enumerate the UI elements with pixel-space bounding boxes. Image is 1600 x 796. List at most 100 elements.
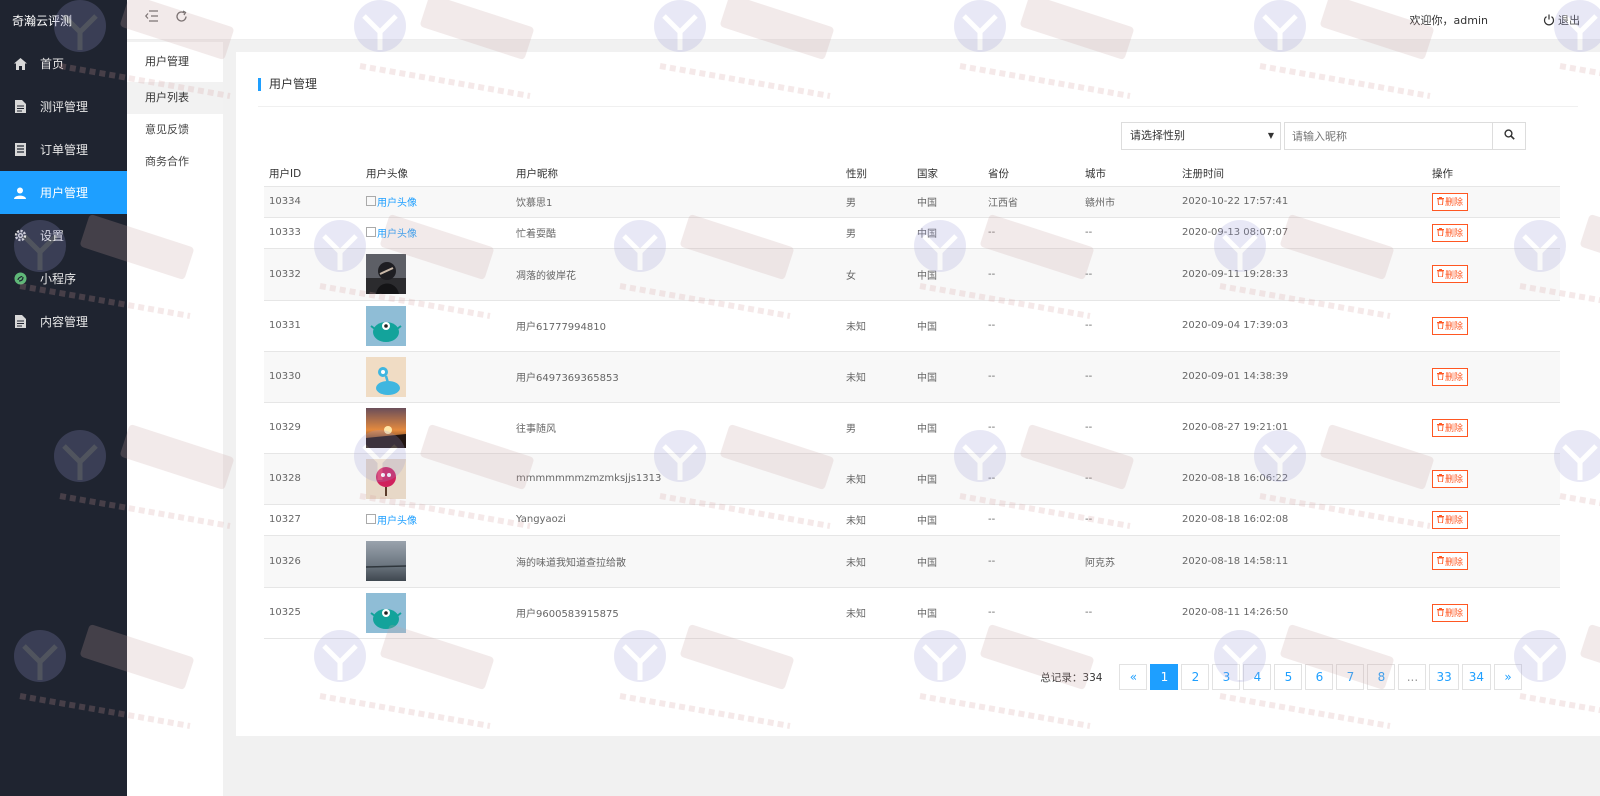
sidebar-item-label: 设置: [40, 229, 65, 243]
avatar-broken-image: 用户头像: [366, 512, 417, 527]
page-5-button[interactable]: 5: [1274, 664, 1303, 690]
avatar: [366, 356, 511, 397]
cell-country: 中国: [912, 587, 983, 639]
page-4-button[interactable]: 4: [1243, 664, 1272, 690]
nickname-search-input[interactable]: [1284, 122, 1493, 150]
page-3-button[interactable]: 3: [1212, 664, 1241, 690]
user-icon: [12, 187, 28, 199]
avatar: [366, 407, 511, 448]
sidebar-item-users[interactable]: 用户管理: [0, 171, 127, 214]
cell-gender: 未知: [841, 535, 912, 588]
cell-nickname: 海的味道我知道查拉给散: [511, 535, 841, 588]
avatar: [366, 458, 511, 499]
cell-city: 阿克苏: [1080, 535, 1177, 588]
delete-button[interactable]: 删除: [1432, 367, 1469, 386]
trash-icon: [1437, 320, 1444, 331]
gear-icon: [12, 229, 28, 242]
pagination: 总记录：334 «1 2 3 4 5 6 7 8... 33 34»: [1040, 664, 1522, 690]
cell-registered: 2020-08-18 14:58:11: [1177, 535, 1427, 588]
cell-id: 10327: [264, 504, 361, 536]
delete-button[interactable]: 删除: [1432, 192, 1469, 211]
cell-country: 中国: [912, 351, 983, 403]
cell-gender: 女: [841, 248, 912, 301]
collapse-menu-icon[interactable]: [145, 10, 159, 26]
page-2-button[interactable]: 2: [1181, 664, 1210, 690]
trash-icon: [1437, 196, 1444, 207]
cell-nickname: 用户6497369365853: [511, 351, 841, 403]
cell-registered: 2020-08-18 16:06:22: [1177, 453, 1427, 505]
filter-bar: 请选择性别 ▼: [1121, 122, 1526, 150]
prev-page-button[interactable]: «: [1119, 664, 1148, 690]
cell-province: --: [983, 248, 1080, 301]
delete-button[interactable]: 删除: [1432, 316, 1469, 335]
cell-province: --: [983, 351, 1080, 403]
avatar-cell: [361, 535, 511, 588]
delete-button[interactable]: 删除: [1432, 265, 1469, 283]
delete-button[interactable]: 删除: [1432, 552, 1469, 570]
cell-city: --: [1080, 248, 1177, 301]
submenu-item-user-list[interactable]: 用户列表: [127, 82, 223, 114]
page-1-button[interactable]: 1: [1150, 664, 1179, 690]
main-panel: 用户管理 请选择性别 ▼ 用户ID 用户头像 用户昵称 性别 国家 省份 城市: [236, 52, 1600, 736]
logout-button[interactable]: 退出: [1543, 12, 1580, 29]
avatar: [366, 254, 511, 294]
next-page-button[interactable]: »: [1494, 664, 1522, 690]
action-cell: 删除: [1427, 300, 1560, 352]
delete-button[interactable]: 删除: [1432, 469, 1469, 488]
action-cell: 删除: [1427, 504, 1560, 536]
table-row: 10334 用户头像 饮慕思1 男中国 江西省 赣州市 2020-10-22 17:57:4…: [264, 186, 1560, 218]
table-row: 10333 用户头像 忙着耍酷男中国 -- -- 2020-09-13 08:07:07 删…: [264, 217, 1560, 249]
cell-id: 10330: [264, 351, 361, 403]
sidebar-item-evaluation[interactable]: 测评管理: [0, 85, 127, 128]
delete-label: 删除: [1445, 609, 1464, 619]
gender-select[interactable]: 请选择性别 ▼: [1121, 122, 1281, 150]
cell-province: --: [983, 535, 1080, 588]
search-icon: [1503, 129, 1515, 143]
cell-registered: 2020-08-11 14:26:50: [1177, 587, 1427, 639]
delete-label: 删除: [1445, 516, 1464, 526]
sidebar-item-miniprogram[interactable]: 小程序: [0, 257, 127, 300]
cell-province: --: [983, 453, 1080, 505]
avatar-cell: 用户头像: [361, 504, 511, 536]
column-header: 用户昵称: [511, 162, 841, 187]
avatar-cell: [361, 351, 511, 403]
pagination-ellipsis: ...: [1398, 664, 1427, 690]
action-cell: 删除: [1427, 453, 1560, 505]
cell-province: --: [983, 402, 1080, 454]
refresh-icon[interactable]: [175, 10, 188, 27]
cell-province: --: [983, 587, 1080, 639]
cell-gender: 男: [841, 217, 912, 249]
delete-button[interactable]: 删除: [1432, 603, 1469, 622]
delete-button[interactable]: 删除: [1432, 418, 1469, 437]
cell-registered: 2020-09-11 19:28:33: [1177, 248, 1427, 301]
cell-province: --: [983, 217, 1080, 249]
cell-gender: 男: [841, 402, 912, 454]
sidebar-item-settings[interactable]: 设置: [0, 214, 127, 257]
sidebar-item-label: 内容管理: [40, 315, 89, 329]
page-7-button[interactable]: 7: [1336, 664, 1365, 690]
page-33-button[interactable]: 33: [1429, 664, 1459, 690]
page-8-button[interactable]: 8: [1367, 664, 1396, 690]
submenu-item-feedback[interactable]: 意见反馈: [127, 114, 223, 146]
miniprogram-icon: [12, 272, 28, 285]
table-row: 10325 用户9600583915875 未知 中国 -- -- 2020-08-11 1…: [264, 587, 1560, 639]
page-34-button[interactable]: 34: [1461, 664, 1491, 690]
avatar-cell: [361, 587, 511, 639]
search-button[interactable]: [1493, 122, 1526, 150]
sidebar-item-orders[interactable]: 订单管理: [0, 128, 127, 171]
page-title: 用户管理: [258, 78, 317, 91]
delete-button[interactable]: 删除: [1432, 510, 1469, 529]
delete-button[interactable]: 删除: [1432, 223, 1469, 242]
cell-id: 10334: [264, 186, 361, 218]
sidebar-item-home[interactable]: 首页: [0, 42, 127, 85]
avatar-cell: 用户头像: [361, 217, 511, 249]
table-row: 10329 往事随风男中国 -- -- 2020-08-27 19:21:01 删除: [264, 402, 1560, 454]
submenu-item-business[interactable]: 商务合作: [127, 146, 223, 178]
cell-id: 10325: [264, 587, 361, 639]
column-header: 用户ID: [264, 162, 361, 187]
page-6-button[interactable]: 6: [1305, 664, 1334, 690]
cell-city: --: [1080, 587, 1177, 639]
cell-city: --: [1080, 504, 1177, 536]
sidebar-item-content[interactable]: 内容管理: [0, 300, 127, 343]
avatar-broken-image: 用户头像: [366, 225, 417, 240]
